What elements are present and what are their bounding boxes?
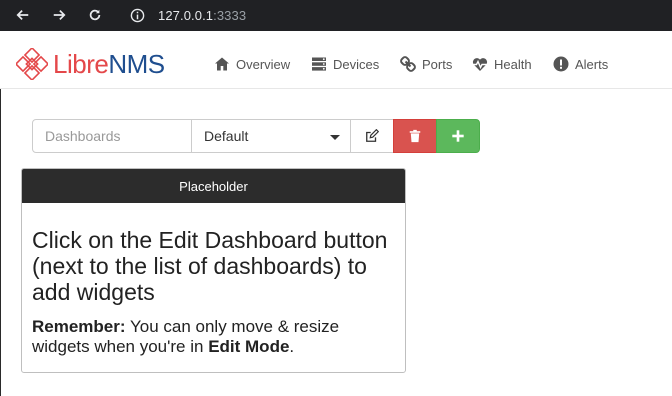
info-icon[interactable] [130, 8, 145, 23]
logo-libre: Libre [53, 49, 109, 79]
nav-devices-label: Devices [333, 56, 380, 72]
nav-overview-label: Overview [236, 56, 291, 72]
widget-remember-note: Remember: You can only move & resize wid… [32, 317, 395, 357]
delete-dashboard-button[interactable] [393, 119, 437, 153]
dashboard-select-value: Default [204, 128, 249, 144]
dashboard-select[interactable]: Default [191, 119, 351, 153]
plus-icon [452, 130, 464, 142]
address-bar[interactable]: 127.0.0.1:3333 [122, 3, 672, 28]
widget-instructions: Click on the Edit Dashboard button (next… [32, 227, 388, 305]
nav-health-label: Health [494, 56, 532, 72]
url-host: 127.0.0.1 [158, 8, 214, 23]
nav-overview[interactable]: Overview [214, 55, 290, 73]
edit-mode-label: Edit Mode [208, 337, 290, 356]
server-icon [312, 57, 326, 71]
trash-icon [409, 129, 421, 143]
link-icon [400, 56, 416, 72]
back-button[interactable] [12, 4, 34, 26]
nav-devices[interactable]: Devices [311, 55, 379, 73]
edit-dashboard-button[interactable] [350, 119, 394, 153]
edit-icon [366, 129, 379, 142]
nav-health[interactable]: Health [472, 55, 532, 73]
forward-button[interactable] [48, 4, 70, 26]
home-icon [215, 57, 229, 71]
nav-ports[interactable]: Ports [400, 55, 452, 73]
logo-nms: NMS [108, 49, 165, 79]
left-edge-border [0, 89, 1, 396]
nav-ports-label: Ports [422, 56, 453, 72]
nav-alerts-label: Alerts [575, 56, 609, 72]
caret-down-icon [330, 135, 340, 140]
widget-body: Click on the Edit Dashboard button (next… [22, 203, 405, 357]
librenms-logo-icon [16, 48, 48, 80]
reload-button[interactable] [84, 4, 106, 26]
exclamation-icon [553, 56, 569, 72]
app-navbar: LibreNMS Overview Devices Ports Health A… [0, 31, 672, 89]
librenms-logo[interactable]: LibreNMS [16, 48, 165, 80]
logo-text: LibreNMS [53, 51, 165, 77]
arrow-right-icon [53, 10, 66, 20]
heartbeat-icon [472, 58, 488, 71]
reload-icon [89, 9, 101, 21]
url-port: :3333 [213, 8, 247, 23]
browser-toolbar: 127.0.0.1:3333 [0, 0, 672, 31]
arrow-left-icon [16, 10, 29, 20]
widget-header[interactable]: Placeholder [22, 169, 405, 203]
url-text: 127.0.0.1:3333 [158, 8, 246, 23]
remember-text-2: . [289, 337, 295, 356]
placeholder-widget[interactable]: Placeholder Click on the Edit Dashboard … [21, 168, 406, 373]
dashboards-input[interactable] [32, 119, 192, 153]
add-dashboard-button[interactable] [436, 119, 480, 153]
nav-alerts[interactable]: Alerts [553, 55, 608, 73]
remember-label: Remember: [32, 317, 126, 336]
